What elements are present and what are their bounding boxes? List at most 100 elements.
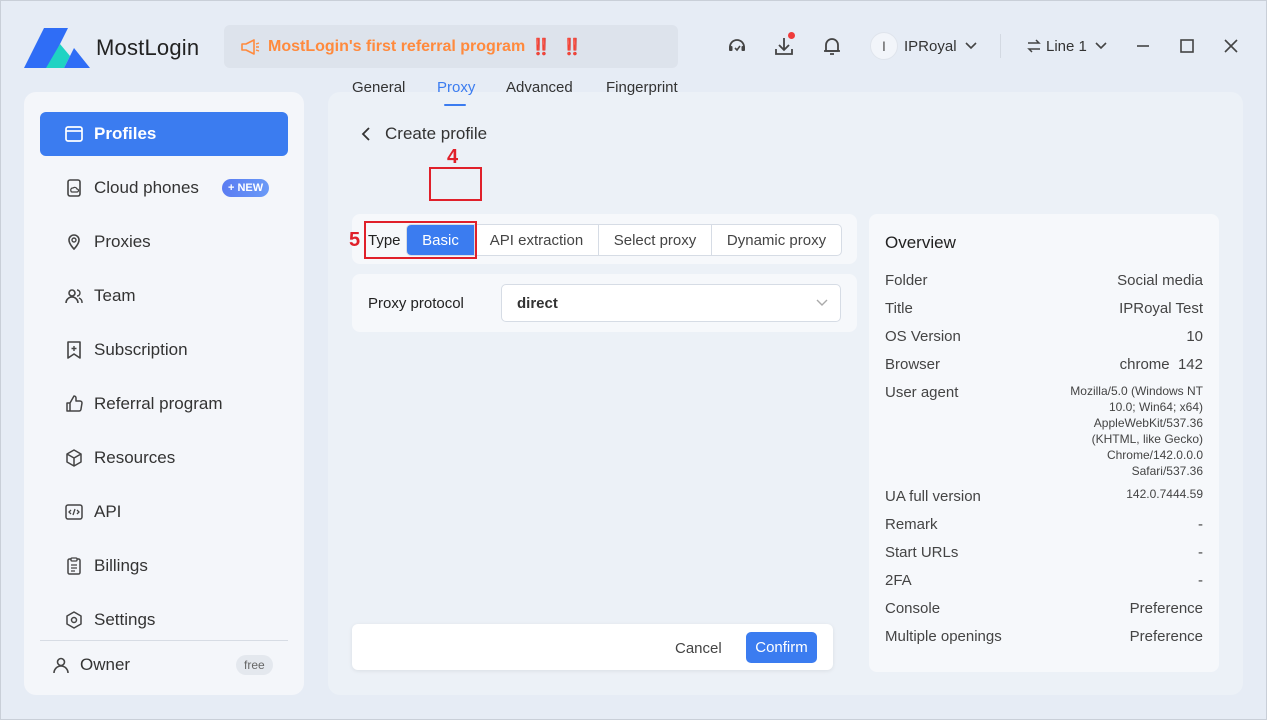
overview-value-browser: chrome 142 — [1119, 356, 1203, 373]
tab-general[interactable]: General — [352, 79, 405, 96]
sidebar-item-label: API — [94, 502, 122, 521]
overview-key-folder: Folder — [885, 272, 928, 289]
overview-value-title: IPRoyal Test — [1119, 300, 1203, 317]
mostlogin-logo — [24, 28, 90, 68]
sidebar-item-label: Team — [94, 286, 136, 305]
proxy-protocol-value: direct — [517, 294, 558, 312]
overview-key-2fa: 2FA — [885, 572, 912, 589]
overview-key-ua-full-version: UA full version — [885, 488, 981, 505]
confirm-button[interactable]: Confirm — [746, 632, 817, 663]
type-option-api-extraction[interactable]: API extraction — [475, 225, 599, 255]
annotation-number-5: 5 — [349, 229, 361, 251]
overview-value-user-agent: Mozilla/5.0 (Windows NT 10.0; Win64; x64… — [1070, 384, 1203, 478]
line-selector[interactable]: Line 1 — [1026, 32, 1107, 60]
type-option-select-proxy[interactable]: Select proxy — [599, 225, 712, 255]
sidebar-item-api[interactable]: API — [40, 490, 288, 534]
sidebar-item-proxies[interactable]: Proxies — [40, 220, 288, 264]
line-label: Line 1 — [1046, 37, 1087, 55]
annotation-box-type-basic — [364, 221, 477, 259]
megaphone-icon — [241, 38, 260, 55]
overview-value-os-version: 10 — [1186, 328, 1203, 345]
chevron-down-icon — [816, 299, 828, 306]
chevron-down-icon — [964, 42, 977, 50]
overview-value-folder: Social media — [1117, 272, 1203, 289]
proxy-protocol-label: Proxy protocol — [368, 295, 464, 312]
page-title: Create profile — [385, 124, 488, 143]
annotation-box-proxy-tab — [429, 167, 482, 201]
gear-icon — [64, 610, 84, 630]
overview-key-remark: Remark — [885, 516, 938, 533]
user-menu[interactable]: I IPRoyal — [870, 32, 977, 60]
tab-active-indicator — [444, 104, 466, 106]
overview-key-start-urls: Start URLs — [885, 544, 959, 561]
download-icon[interactable] — [772, 32, 796, 58]
notification-dot — [788, 32, 795, 39]
annotation-number-4: 4 — [447, 146, 459, 168]
sidebar-item-subscription[interactable]: Subscription — [40, 328, 288, 372]
overview-value-ua-full-version: 142.0.7444.59 — [1126, 487, 1203, 501]
owner-role[interactable]: Owner — [52, 652, 130, 678]
sidebar-item-resources[interactable]: Resources — [40, 436, 288, 480]
avatar: I — [870, 32, 898, 60]
sidebar-item-label: Subscription — [94, 340, 188, 359]
code-icon — [64, 502, 84, 522]
app-brand: MostLogin — [96, 35, 200, 60]
banner-text: MostLogin's first referral program — [268, 37, 526, 55]
cloud-phone-icon — [64, 178, 84, 198]
sidebar-item-team[interactable]: Team — [40, 274, 288, 318]
tab-proxy[interactable]: Proxy — [437, 79, 475, 96]
overview-key-browser: Browser — [885, 356, 941, 373]
sidebar-item-cloud-phones[interactable]: Cloud phones + NEW — [40, 166, 288, 210]
user-name: IPRoyal — [904, 37, 957, 55]
switch-icon — [1027, 39, 1041, 53]
close-icon[interactable] — [1219, 34, 1243, 58]
bell-icon[interactable] — [820, 34, 844, 58]
sidebar-item-label: Cloud phones — [94, 178, 199, 197]
sidebar-item-referral[interactable]: Referral program — [40, 382, 288, 426]
sidebar: Profiles Cloud phones + NEW Proxies Team… — [24, 92, 304, 695]
plan-badge: free — [236, 655, 273, 675]
overview-value-start-urls: - — [1198, 544, 1203, 561]
clipboard-icon — [64, 556, 84, 576]
overview-value-console: Preference — [1129, 600, 1203, 617]
back-button[interactable]: Create profile — [361, 124, 487, 144]
overview-key-console: Console — [885, 600, 941, 617]
subscription-icon — [64, 340, 84, 360]
sidebar-item-label: Proxies — [94, 232, 151, 251]
tab-advanced[interactable]: Advanced — [506, 79, 573, 96]
banner-marks: ‼️ — [531, 38, 553, 56]
banner-marks-2: ‼️ — [562, 38, 583, 56]
location-pin-icon — [64, 232, 84, 252]
maximize-icon[interactable] — [1175, 34, 1199, 58]
proxy-protocol-select[interactable]: direct — [501, 284, 841, 322]
chevron-left-icon — [361, 127, 370, 141]
new-badge: + NEW — [222, 179, 270, 197]
tab-fingerprint[interactable]: Fingerprint — [606, 79, 678, 96]
sidebar-item-label: Profiles — [94, 124, 157, 143]
cancel-button[interactable]: Cancel — [675, 640, 722, 657]
divider — [1000, 34, 1001, 58]
chevron-down-icon — [1095, 42, 1107, 50]
sidebar-item-label: Billings — [94, 556, 148, 575]
sidebar-item-billings[interactable]: Billings — [40, 544, 288, 588]
overview-key-user-agent: User agent — [885, 384, 959, 401]
overview-title: Overview — [885, 233, 956, 252]
thumbs-up-icon — [64, 394, 84, 414]
browser-window-icon — [64, 124, 84, 144]
overview-key-os-version: OS Version — [885, 328, 961, 345]
overview-value-remark: - — [1198, 516, 1203, 533]
sidebar-divider — [40, 640, 288, 641]
minimize-icon[interactable] — [1131, 34, 1155, 58]
support-icon[interactable] — [725, 34, 749, 58]
overview-key-title: Title — [885, 300, 913, 317]
sidebar-item-settings[interactable]: Settings — [40, 598, 288, 642]
type-option-dynamic-proxy[interactable]: Dynamic proxy — [712, 225, 841, 255]
sidebar-item-label: Referral program — [94, 394, 223, 413]
sidebar-item-label: Settings — [94, 610, 156, 629]
overview-value-multiple-openings: Preference — [1129, 628, 1203, 645]
person-icon — [53, 657, 69, 674]
referral-banner[interactable]: MostLogin's first referral program ‼️ ‼️ — [224, 25, 678, 68]
sidebar-item-profiles[interactable]: Profiles — [40, 112, 288, 156]
team-icon — [64, 286, 84, 306]
overview-value-2fa: - — [1198, 572, 1203, 589]
